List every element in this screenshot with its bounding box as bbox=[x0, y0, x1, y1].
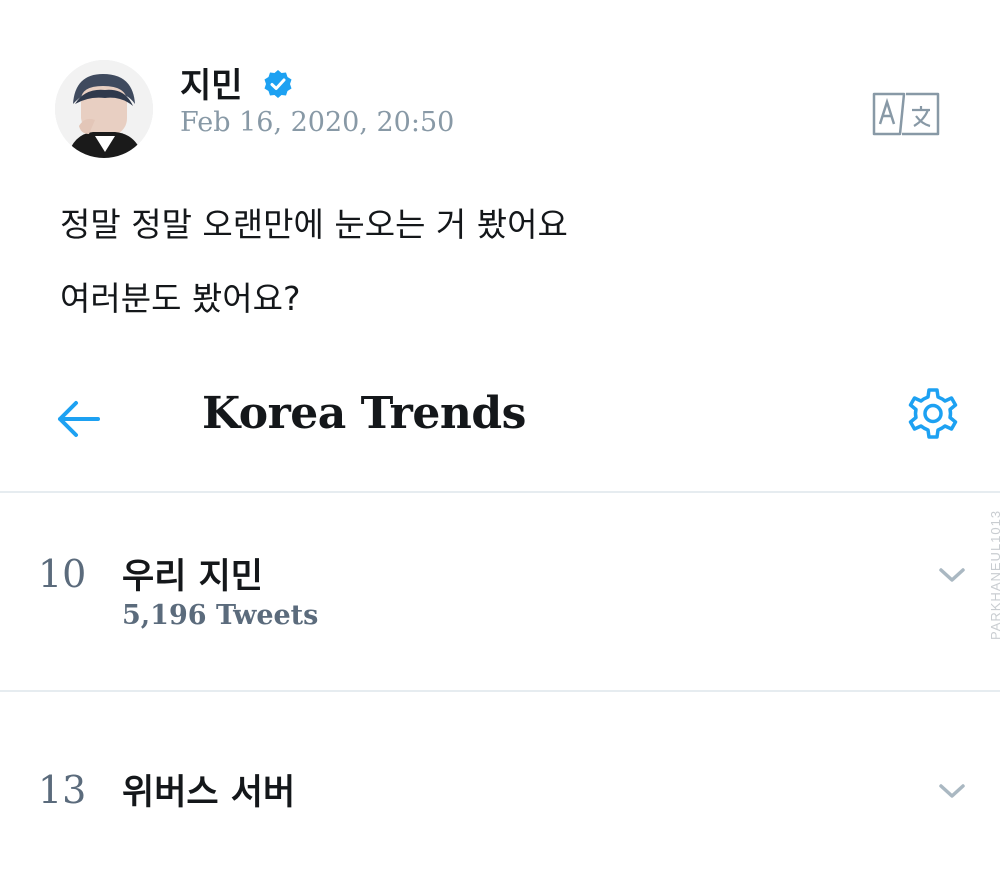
arrow-left-icon bbox=[58, 401, 100, 437]
settings-button[interactable] bbox=[902, 385, 964, 447]
divider bbox=[0, 491, 1000, 493]
trend-tweet-count: 5,196 Tweets bbox=[122, 600, 319, 631]
tweet: 지민 Feb 16, 2020, 20:50 정말 정말 오랜만에 눈오는 거 … bbox=[0, 0, 1000, 340]
tweet-text: 정말 정말 오랜만에 눈오는 거 봤어요 여러분도 봤어요? bbox=[60, 188, 568, 336]
trend-name[interactable]: 위버스 서버 bbox=[122, 764, 295, 815]
back-button[interactable] bbox=[52, 392, 106, 446]
trend-item[interactable]: 13 위버스 서버 bbox=[0, 692, 1000, 883]
watermark: PARKHANEUL1013 bbox=[988, 509, 1000, 640]
author-name[interactable]: 지민 bbox=[180, 58, 243, 107]
avatar[interactable] bbox=[55, 60, 153, 158]
gear-icon bbox=[908, 388, 958, 439]
trend-rank: 10 bbox=[38, 552, 87, 596]
tweet-timestamp[interactable]: Feb 16, 2020, 20:50 bbox=[180, 107, 454, 138]
avatar-photo bbox=[55, 60, 153, 158]
chevron-down-icon[interactable] bbox=[935, 780, 969, 802]
verified-badge-icon bbox=[262, 68, 294, 100]
tweet-text-line: 정말 정말 오랜만에 눈오는 거 봤어요 bbox=[60, 205, 568, 244]
trend-rank: 13 bbox=[38, 768, 87, 812]
translate-icon bbox=[872, 92, 940, 136]
trend-name[interactable]: 우리 지민 bbox=[122, 548, 263, 599]
chevron-down-icon[interactable] bbox=[935, 564, 969, 586]
translate-button[interactable] bbox=[870, 90, 942, 138]
tweet-text-line: 여러분도 봤어요? bbox=[60, 279, 301, 318]
trends-header: Korea Trends bbox=[0, 370, 1000, 490]
trend-item[interactable]: 10 우리 지민 5,196 Tweets bbox=[0, 494, 1000, 690]
page-title: Korea Trends bbox=[202, 388, 526, 439]
